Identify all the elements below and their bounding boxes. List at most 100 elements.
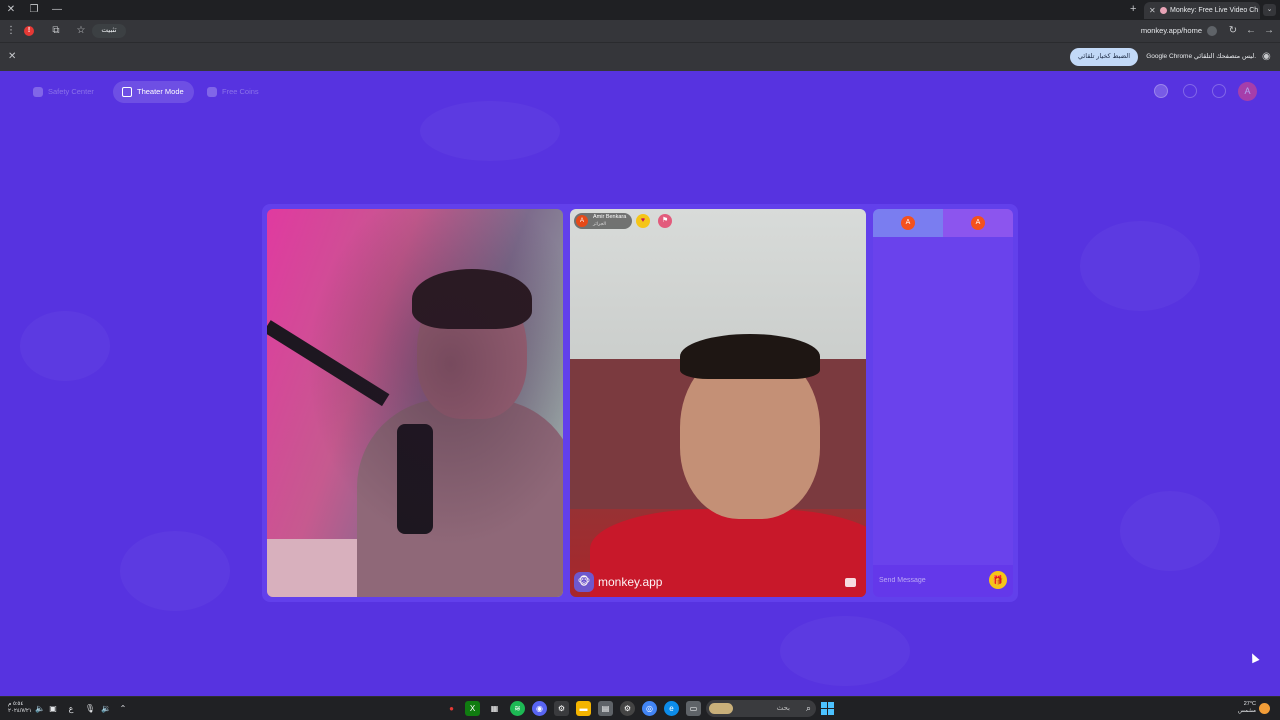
sun-icon bbox=[1259, 703, 1270, 714]
chrome-icon: ◉ bbox=[1262, 51, 1271, 62]
background-shape bbox=[420, 101, 560, 161]
speaker-icon[interactable]: 🔈 bbox=[34, 703, 46, 715]
background-shape bbox=[20, 311, 110, 381]
address-bar[interactable]: monkey.app/home bbox=[1100, 24, 1220, 38]
taskbar-search[interactable]: بحث ⌕ bbox=[706, 700, 816, 717]
windows-start-icon[interactable] bbox=[821, 702, 834, 715]
chat-icon[interactable] bbox=[1212, 84, 1226, 98]
volume-icon[interactable]: 🔉 bbox=[100, 703, 112, 715]
clock[interactable]: ٥:٥٤ م ٢٠٢٤/٧/٢١ bbox=[8, 701, 32, 715]
free-coins-label: Free Coins bbox=[222, 87, 259, 96]
restore-window-icon[interactable]: ❐ bbox=[27, 3, 41, 17]
theater-mode-label: Theater Mode bbox=[137, 87, 184, 96]
taskview-icon[interactable]: ▦ bbox=[487, 701, 502, 716]
discord-icon[interactable]: ◉ bbox=[532, 701, 547, 716]
store-icon[interactable]: ▤ bbox=[598, 701, 613, 716]
video-person-hair bbox=[680, 334, 820, 379]
shield-icon bbox=[33, 87, 43, 97]
microphone-icon[interactable]: 🎙 bbox=[84, 703, 96, 715]
install-app-button[interactable]: تثبيت bbox=[92, 24, 126, 38]
chrome-app-icon[interactable]: ◎ bbox=[642, 701, 657, 716]
chat-tabs: A A bbox=[873, 209, 1013, 237]
remote-user-name: Amir Benkara bbox=[593, 214, 627, 220]
chat-tab-user-1[interactable]: A bbox=[873, 209, 943, 237]
remote-user-country: الجزائر bbox=[593, 221, 606, 226]
search-icon: ⌕ bbox=[805, 703, 811, 713]
send-message-input[interactable] bbox=[879, 573, 979, 587]
monkey-favicon-icon bbox=[1160, 7, 1167, 14]
spotify-icon[interactable]: ≋ bbox=[510, 701, 525, 716]
monkey-logo-icon: 🐵 bbox=[574, 572, 594, 592]
extensions-icon[interactable]: ⧉ bbox=[49, 24, 63, 38]
clock-time: ٥:٥٤ م bbox=[8, 701, 24, 707]
background-shape bbox=[780, 616, 910, 686]
monkey-watermark: 🐵 monkey.app bbox=[574, 572, 662, 592]
settings-icon[interactable]: ⚙ bbox=[620, 701, 635, 716]
background-shape bbox=[120, 531, 230, 611]
safety-center-link[interactable]: Safety Center bbox=[24, 81, 104, 103]
tab-strip: ✕ ❐ — + ✕ Monkey: Free Live Video Ch ⌄ bbox=[0, 0, 1280, 20]
video-chat-stage: A Amir Benkara الجزائر ♥ ⚑ 🐵 monkey.app … bbox=[262, 204, 1018, 602]
monkey-page: Safety Center Theater Mode Free Coins A … bbox=[0, 71, 1280, 696]
close-tab-icon[interactable]: ✕ bbox=[1149, 2, 1156, 19]
back-icon[interactable]: → bbox=[1262, 24, 1276, 38]
xbox-icon[interactable]: X bbox=[465, 701, 480, 716]
tray-overflow-icon[interactable]: ⌃ bbox=[117, 703, 129, 715]
local-video bbox=[267, 209, 563, 597]
expand-icon bbox=[122, 87, 132, 97]
bookmark-star-icon[interactable]: ☆ bbox=[74, 24, 88, 38]
windows-taskbar: ٥:٥٤ م ٢٠٢٤/٧/٢١ 🔈 ▣ ع 🎙 🔉 ⌃ ● X ▦ ≋ ◉ ⚙… bbox=[0, 696, 1280, 720]
gift-icon[interactable]: 🎁 bbox=[989, 571, 1007, 589]
search-label: بحث bbox=[776, 705, 790, 712]
url-text: monkey.app/home bbox=[1140, 26, 1202, 35]
extension-alert-icon[interactable]: ! bbox=[24, 26, 34, 36]
desktop-icon[interactable]: ▭ bbox=[686, 701, 701, 716]
minimize-window-icon[interactable]: — bbox=[50, 3, 64, 17]
steam-icon[interactable]: ⚙ bbox=[554, 701, 569, 716]
remote-user-chip[interactable]: A Amir Benkara الجزائر bbox=[574, 213, 633, 229]
chat-tab-avatar: A bbox=[971, 216, 985, 230]
clock-date: ٢٠٢٤/٧/٢١ bbox=[8, 708, 32, 714]
network-icon[interactable]: ▣ bbox=[47, 703, 59, 715]
captions-icon[interactable] bbox=[845, 578, 856, 587]
tab-search-icon[interactable]: ⌄ bbox=[1263, 4, 1276, 16]
coins-icon bbox=[207, 87, 217, 97]
history-icon[interactable] bbox=[1183, 84, 1197, 98]
video-lighting bbox=[267, 209, 563, 597]
tab-monkey[interactable]: ✕ Monkey: Free Live Video Ch bbox=[1144, 2, 1260, 19]
site-info-icon[interactable] bbox=[1207, 26, 1217, 36]
install-app-label: تثبيت bbox=[101, 27, 117, 34]
language-indicator[interactable]: ع bbox=[65, 703, 77, 715]
chat-tab-user-2[interactable]: A bbox=[943, 209, 1013, 237]
chat-tab-avatar: A bbox=[901, 216, 915, 230]
forward-icon[interactable]: ← bbox=[1244, 24, 1258, 38]
chat-panel: A A 🎁 bbox=[873, 209, 1013, 597]
search-highlight-icon bbox=[709, 703, 733, 714]
menu-dots-icon[interactable]: ⋮ bbox=[4, 24, 18, 38]
report-icon[interactable]: ⚑ bbox=[658, 214, 672, 228]
tab-title: Monkey: Free Live Video Ch bbox=[1170, 7, 1259, 14]
file-explorer-icon[interactable]: ▬ bbox=[576, 701, 591, 716]
profile-avatar[interactable]: A bbox=[1238, 82, 1257, 101]
theater-mode-button[interactable]: Theater Mode bbox=[113, 81, 194, 103]
edge-icon[interactable]: e bbox=[664, 701, 679, 716]
set-default-label: الضبط كخيار تلقائي bbox=[1078, 53, 1130, 60]
weather-widget[interactable]: 27°C مشمس bbox=[1234, 701, 1256, 715]
set-default-button[interactable]: الضبط كخيار تلقائي bbox=[1070, 48, 1138, 66]
background-shape bbox=[1080, 221, 1200, 311]
free-coins-link[interactable]: Free Coins bbox=[198, 81, 269, 103]
mouse-cursor-icon bbox=[1248, 651, 1260, 664]
remote-user-avatar: A bbox=[576, 215, 588, 227]
infobar-message: Google Chrome ليس متصفحك التلقائي. bbox=[1146, 53, 1256, 60]
coin-balance-icon[interactable] bbox=[1154, 84, 1168, 98]
send-message-bar: 🎁 bbox=[873, 565, 1013, 597]
close-window-icon[interactable]: ✕ bbox=[4, 3, 18, 17]
browser-toolbar: ⋮ ! ⧉ ☆ تثبيت monkey.app/home ↻ ← → bbox=[0, 20, 1280, 42]
new-tab-icon[interactable]: + bbox=[1130, 3, 1136, 15]
recorder-icon[interactable]: ● bbox=[444, 701, 459, 716]
background-shape bbox=[1120, 491, 1220, 571]
infobar-close-icon[interactable]: ✕ bbox=[8, 51, 16, 62]
safety-center-label: Safety Center bbox=[48, 87, 94, 96]
reload-icon[interactable]: ↻ bbox=[1226, 24, 1240, 38]
like-heart-icon[interactable]: ♥ bbox=[636, 214, 650, 228]
